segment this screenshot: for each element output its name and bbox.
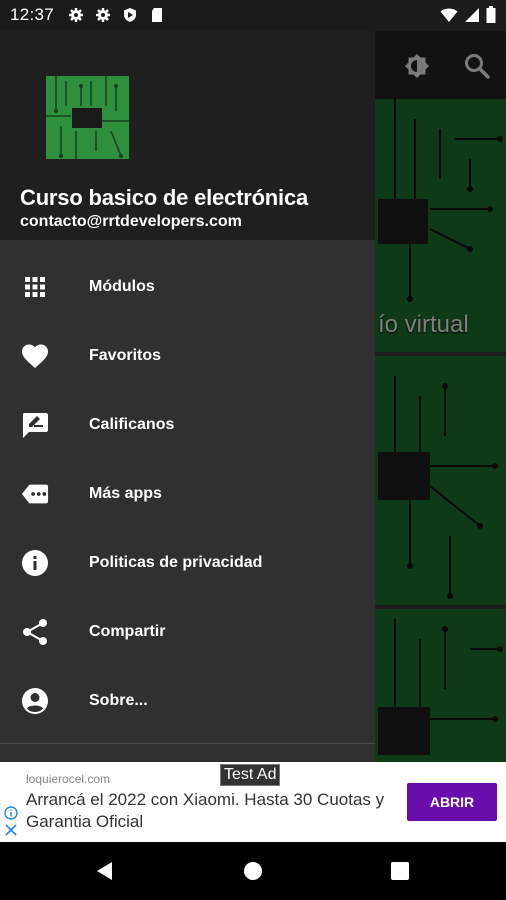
share-icon <box>21 618 49 646</box>
ad-domain: loquierocel.com <box>26 772 111 786</box>
drawer-email: contacto@rrtdevelopers.com <box>20 213 242 230</box>
rate-review-icon <box>21 411 49 439</box>
chip-icon <box>46 76 129 159</box>
ad-info-icon[interactable] <box>4 806 18 820</box>
ad-headline[interactable]: Arrancá el 2022 con Xiaomi. Hasta 30 Cuo… <box>26 789 386 833</box>
back-icon[interactable] <box>93 859 117 883</box>
drawer-scrim[interactable] <box>375 31 506 762</box>
home-icon[interactable] <box>241 859 265 883</box>
shield-icon <box>124 8 136 22</box>
gear-icon <box>69 8 83 22</box>
drawer-app-name: Curso basico de electrónica <box>20 185 309 210</box>
menu-item-label: Más apps <box>89 484 162 502</box>
menu-item-sobre[interactable]: Sobre... <box>0 666 375 735</box>
ad-close-icon[interactable] <box>4 823 18 837</box>
grid-icon <box>21 273 49 301</box>
wifi-icon <box>440 8 458 22</box>
status-time: 12:37 <box>10 5 55 24</box>
signal-icon <box>465 7 479 22</box>
status-right-icons <box>440 6 496 23</box>
menu-item-privacidad[interactable]: Politicas de privacidad <box>0 528 375 597</box>
system-nav-bar <box>0 842 506 900</box>
menu-item-calificanos[interactable]: Calificanos <box>0 390 375 459</box>
menu-item-label: Módulos <box>89 277 155 295</box>
menu-item-label: Favoritos <box>89 346 162 364</box>
menu-item-label: Calificanos <box>89 415 175 433</box>
more-apps-icon <box>21 480 49 508</box>
menu-item-label: Compartir <box>89 622 166 640</box>
menu-item-compartir[interactable]: Compartir <box>0 597 375 666</box>
account-circle-icon <box>21 687 49 715</box>
recents-icon[interactable] <box>388 859 412 883</box>
menu-item-label: Politicas de privacidad <box>89 553 263 571</box>
ad-badge: Test Ad <box>220 764 281 786</box>
gear-icon <box>96 8 110 22</box>
ad-banner[interactable]: Test Ad loquierocel.com Arrancá el 2022 … <box>0 762 506 842</box>
drawer-header: Curso basico de electrónica contacto@rrt… <box>0 31 375 240</box>
info-icon <box>21 549 49 577</box>
menu-item-modulos[interactable]: Módulos <box>0 252 375 321</box>
menu-item-favoritos[interactable]: Favoritos <box>0 321 375 390</box>
menu-item-mas-apps[interactable]: Más apps <box>0 459 375 528</box>
ad-open-button[interactable]: ABRIR <box>407 783 497 821</box>
heart-icon <box>21 342 49 370</box>
app-logo <box>46 76 129 159</box>
drawer-divider <box>0 743 375 744</box>
sd-card-icon <box>152 8 162 22</box>
screen: 12:37 ío virtual Curso basico de electró… <box>0 0 506 900</box>
battery-icon <box>486 6 496 23</box>
menu-item-label: Sobre... <box>89 691 148 709</box>
navigation-drawer: Curso basico de electrónica contacto@rrt… <box>0 31 375 762</box>
drawer-menu: Módulos Favoritos Calificanos Más apps P… <box>0 252 375 735</box>
status-bar: 12:37 <box>0 0 506 31</box>
